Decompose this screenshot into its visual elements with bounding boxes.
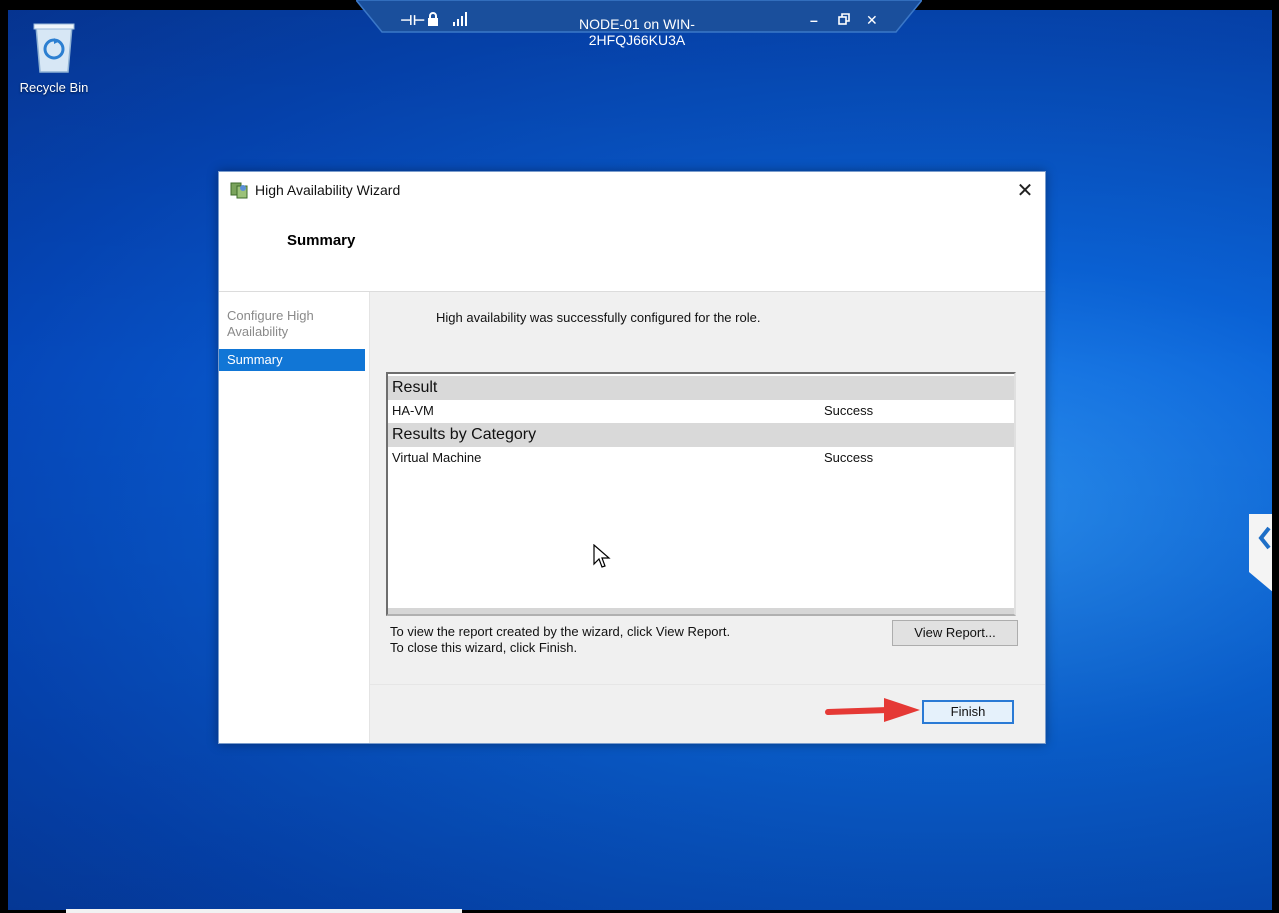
annotation-arrow-icon bbox=[824, 694, 924, 726]
taskbar-fragment bbox=[66, 909, 462, 913]
recycle-bin[interactable]: Recycle Bin bbox=[14, 20, 94, 95]
page-heading: Summary bbox=[287, 232, 356, 249]
help-text-view-report: To view the report created by the wizard… bbox=[390, 624, 731, 639]
category-row: Virtual Machine Success bbox=[388, 447, 1014, 469]
window-title: High Availability Wizard bbox=[255, 182, 401, 198]
step-summary[interactable]: Summary bbox=[219, 349, 365, 371]
result-header: Result bbox=[388, 376, 1014, 400]
remote-desktop-bar: ⊣⊢ NODE-01 on WIN-2HFQJ66KU3A – ✕ bbox=[356, 0, 922, 48]
result-name: HA-VM bbox=[392, 403, 434, 418]
close-icon[interactable]: ✕ bbox=[866, 12, 878, 29]
category-name: Virtual Machine bbox=[392, 450, 482, 465]
footer-divider bbox=[370, 684, 1045, 685]
category-header: Results by Category bbox=[388, 423, 1014, 447]
pin-icon[interactable]: ⊣⊢ bbox=[400, 12, 426, 29]
minimize-icon[interactable]: – bbox=[810, 12, 818, 28]
recycle-bin-icon bbox=[31, 20, 77, 74]
lock-icon[interactable] bbox=[426, 12, 440, 29]
recycle-bin-label: Recycle Bin bbox=[19, 80, 89, 95]
help-text-finish: To close this wizard, click Finish. bbox=[390, 640, 578, 655]
wizard-content: High availability was successfully confi… bbox=[370, 292, 1045, 743]
result-status: Success bbox=[824, 403, 874, 418]
wizard-app-icon bbox=[229, 180, 249, 200]
side-panel-tab[interactable] bbox=[1249, 514, 1272, 598]
result-row: HA-VM Success bbox=[388, 400, 1014, 422]
view-report-button[interactable]: View Report... bbox=[892, 620, 1018, 646]
mouse-pointer-icon bbox=[593, 543, 611, 570]
horizontal-scrollbar[interactable] bbox=[388, 608, 1014, 614]
remote-session-title: NODE-01 on WIN-2HFQJ66KU3A bbox=[579, 16, 695, 48]
finish-button[interactable]: Finish bbox=[922, 700, 1014, 724]
wizard-window: High Availability Wizard ✕ Summary Confi… bbox=[218, 171, 1046, 744]
wizard-steps-pane: Configure High Availability Summary bbox=[219, 292, 370, 743]
signal-icon[interactable] bbox=[452, 12, 468, 29]
category-status: Success bbox=[824, 450, 874, 465]
success-message: High availability was successfully confi… bbox=[436, 310, 761, 325]
results-panel: Result HA-VM Success Results by Category… bbox=[386, 372, 1016, 616]
window-close-button[interactable]: ✕ bbox=[1015, 178, 1035, 203]
step-configure-high-availability[interactable]: Configure High Availability bbox=[219, 308, 339, 340]
restore-icon[interactable] bbox=[838, 12, 850, 28]
